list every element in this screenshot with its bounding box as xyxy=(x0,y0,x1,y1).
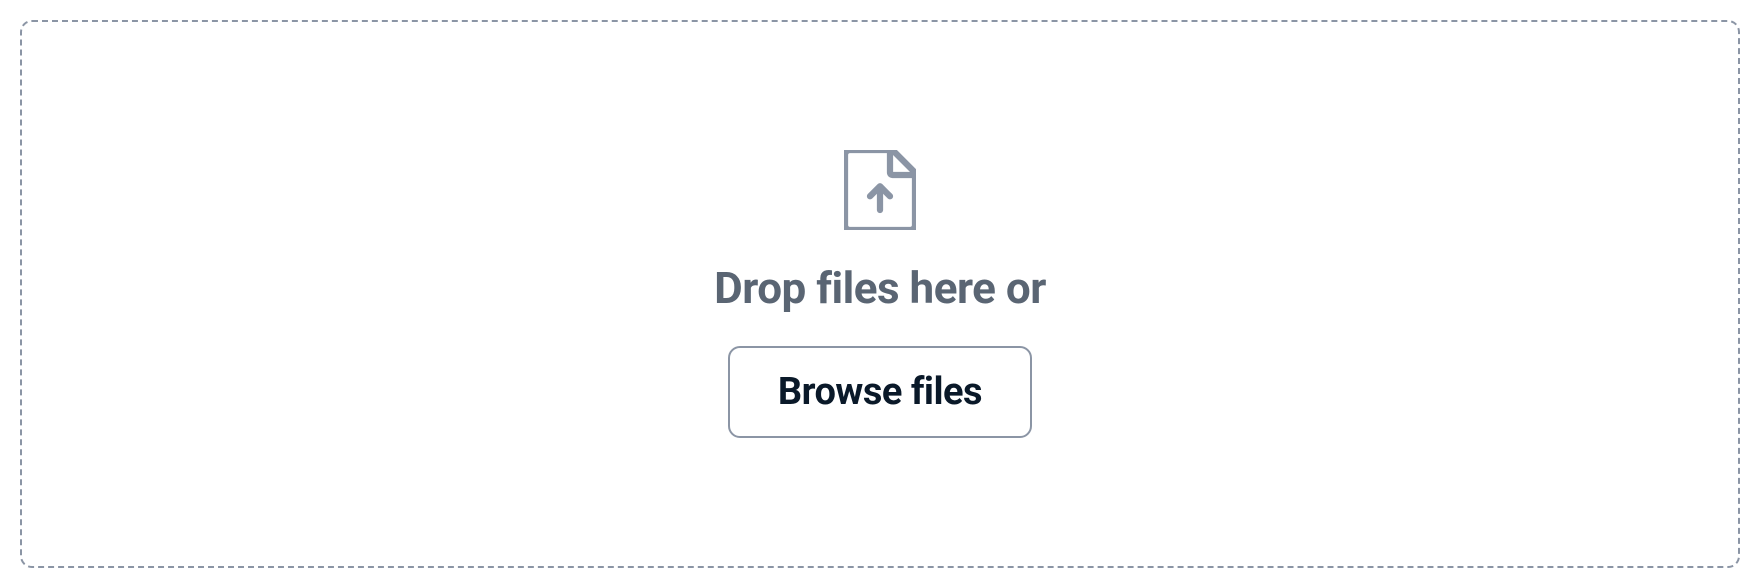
file-upload-icon xyxy=(844,150,916,230)
browse-files-button[interactable]: Browse files xyxy=(728,346,1032,438)
file-dropzone[interactable]: Drop files here or Browse files xyxy=(20,20,1740,568)
dropzone-prompt-text: Drop files here or xyxy=(714,262,1046,314)
